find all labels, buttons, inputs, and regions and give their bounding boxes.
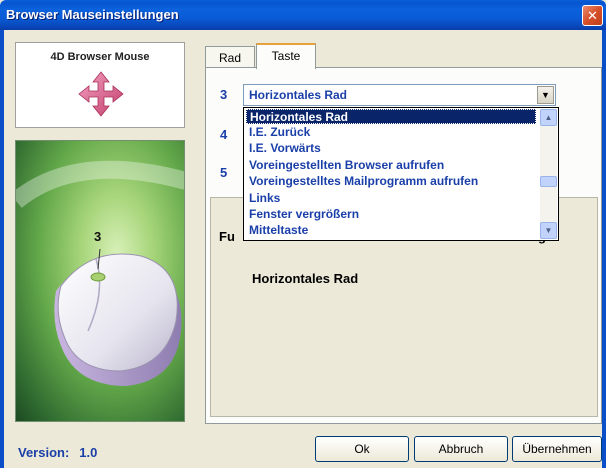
dropdown-item-ie-vorwaerts[interactable]: I.E. Vorwärts xyxy=(246,141,536,156)
version-value: 1.0 xyxy=(79,445,98,460)
mouse-button-number: 3 xyxy=(94,229,102,244)
ok-button[interactable]: Ok xyxy=(315,436,409,462)
version-text: Version: xyxy=(18,445,70,460)
dropdown-scrollbar[interactable]: ▲ ▼ xyxy=(540,109,557,239)
dropdown-item-horizontales-rad[interactable]: Horizontales Rad xyxy=(246,109,536,124)
logo-text: 4D Browser Mouse xyxy=(50,51,150,63)
dropdown-item-links[interactable]: Links xyxy=(246,191,536,206)
button-3-function-select[interactable]: Horizontales Rad ▼ xyxy=(243,84,556,106)
dropdown-item-mailprogramm-aufrufen[interactable]: Voreingestelltes Mailprogramm aufrufen xyxy=(246,174,536,189)
function-group-label: Fu xyxy=(219,229,235,244)
dropdown-item-mitteltaste[interactable]: Mitteltaste xyxy=(246,223,536,238)
combo-selected-value: Horizontales Rad xyxy=(249,88,348,102)
dropdown-item-browser-aufrufen[interactable]: Voreingestellten Browser aufrufen xyxy=(246,158,536,173)
function-dropdown-list: Horizontales Rad I.E. Zurück I.E. Vorwär… xyxy=(243,107,559,241)
scroll-down-icon[interactable]: ▼ xyxy=(540,222,557,239)
four-arrow-move-icon xyxy=(78,71,124,117)
row-number-5: 5 xyxy=(220,165,228,180)
row-number-4: 4 xyxy=(220,127,228,142)
function-value: Horizontales Rad xyxy=(252,271,359,286)
apply-button[interactable]: Übernehmen xyxy=(512,436,602,462)
mouse-illustration: 3 xyxy=(15,140,185,422)
scroll-up-icon[interactable]: ▲ xyxy=(540,109,557,126)
tab-taste[interactable]: Taste xyxy=(256,43,316,69)
dropdown-item-ie-zurueck[interactable]: I.E. Zurück xyxy=(246,125,536,140)
cancel-button[interactable]: Abbruch xyxy=(414,436,508,462)
window-title: Browser Mauseinstellungen xyxy=(6,7,179,22)
close-icon[interactable]: ✕ xyxy=(582,5,603,26)
dropdown-item-fenster-vergroessern[interactable]: Fenster vergrößern xyxy=(246,207,536,222)
title-bar: Browser Mauseinstellungen ✕ xyxy=(0,0,606,30)
chevron-down-icon[interactable]: ▼ xyxy=(537,86,554,104)
tab-rad[interactable]: Rad xyxy=(205,46,255,67)
logo-panel: 4D Browser Mouse xyxy=(15,42,185,128)
window-frame-right xyxy=(602,30,606,468)
version-label: Version: 1.0 xyxy=(18,445,97,460)
row-number-3: 3 xyxy=(220,87,228,102)
window-frame-left xyxy=(0,30,4,468)
scroll-thumb[interactable] xyxy=(540,176,557,187)
